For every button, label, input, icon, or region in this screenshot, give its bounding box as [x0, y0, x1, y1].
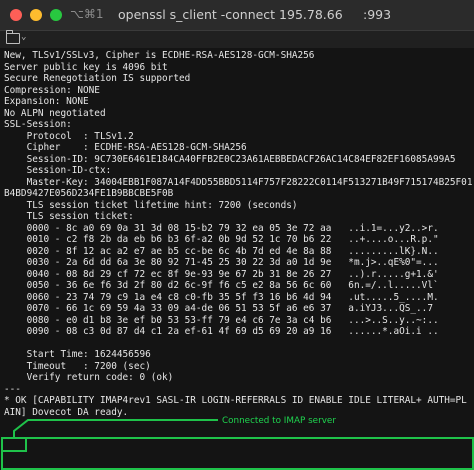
annotation-label: Connected to IMAP server	[222, 416, 336, 426]
annotation-arrow	[13, 419, 218, 438]
terminal-window: ⌥⌘1 openssl s_client -connect 195.78.66 …	[0, 0, 474, 470]
